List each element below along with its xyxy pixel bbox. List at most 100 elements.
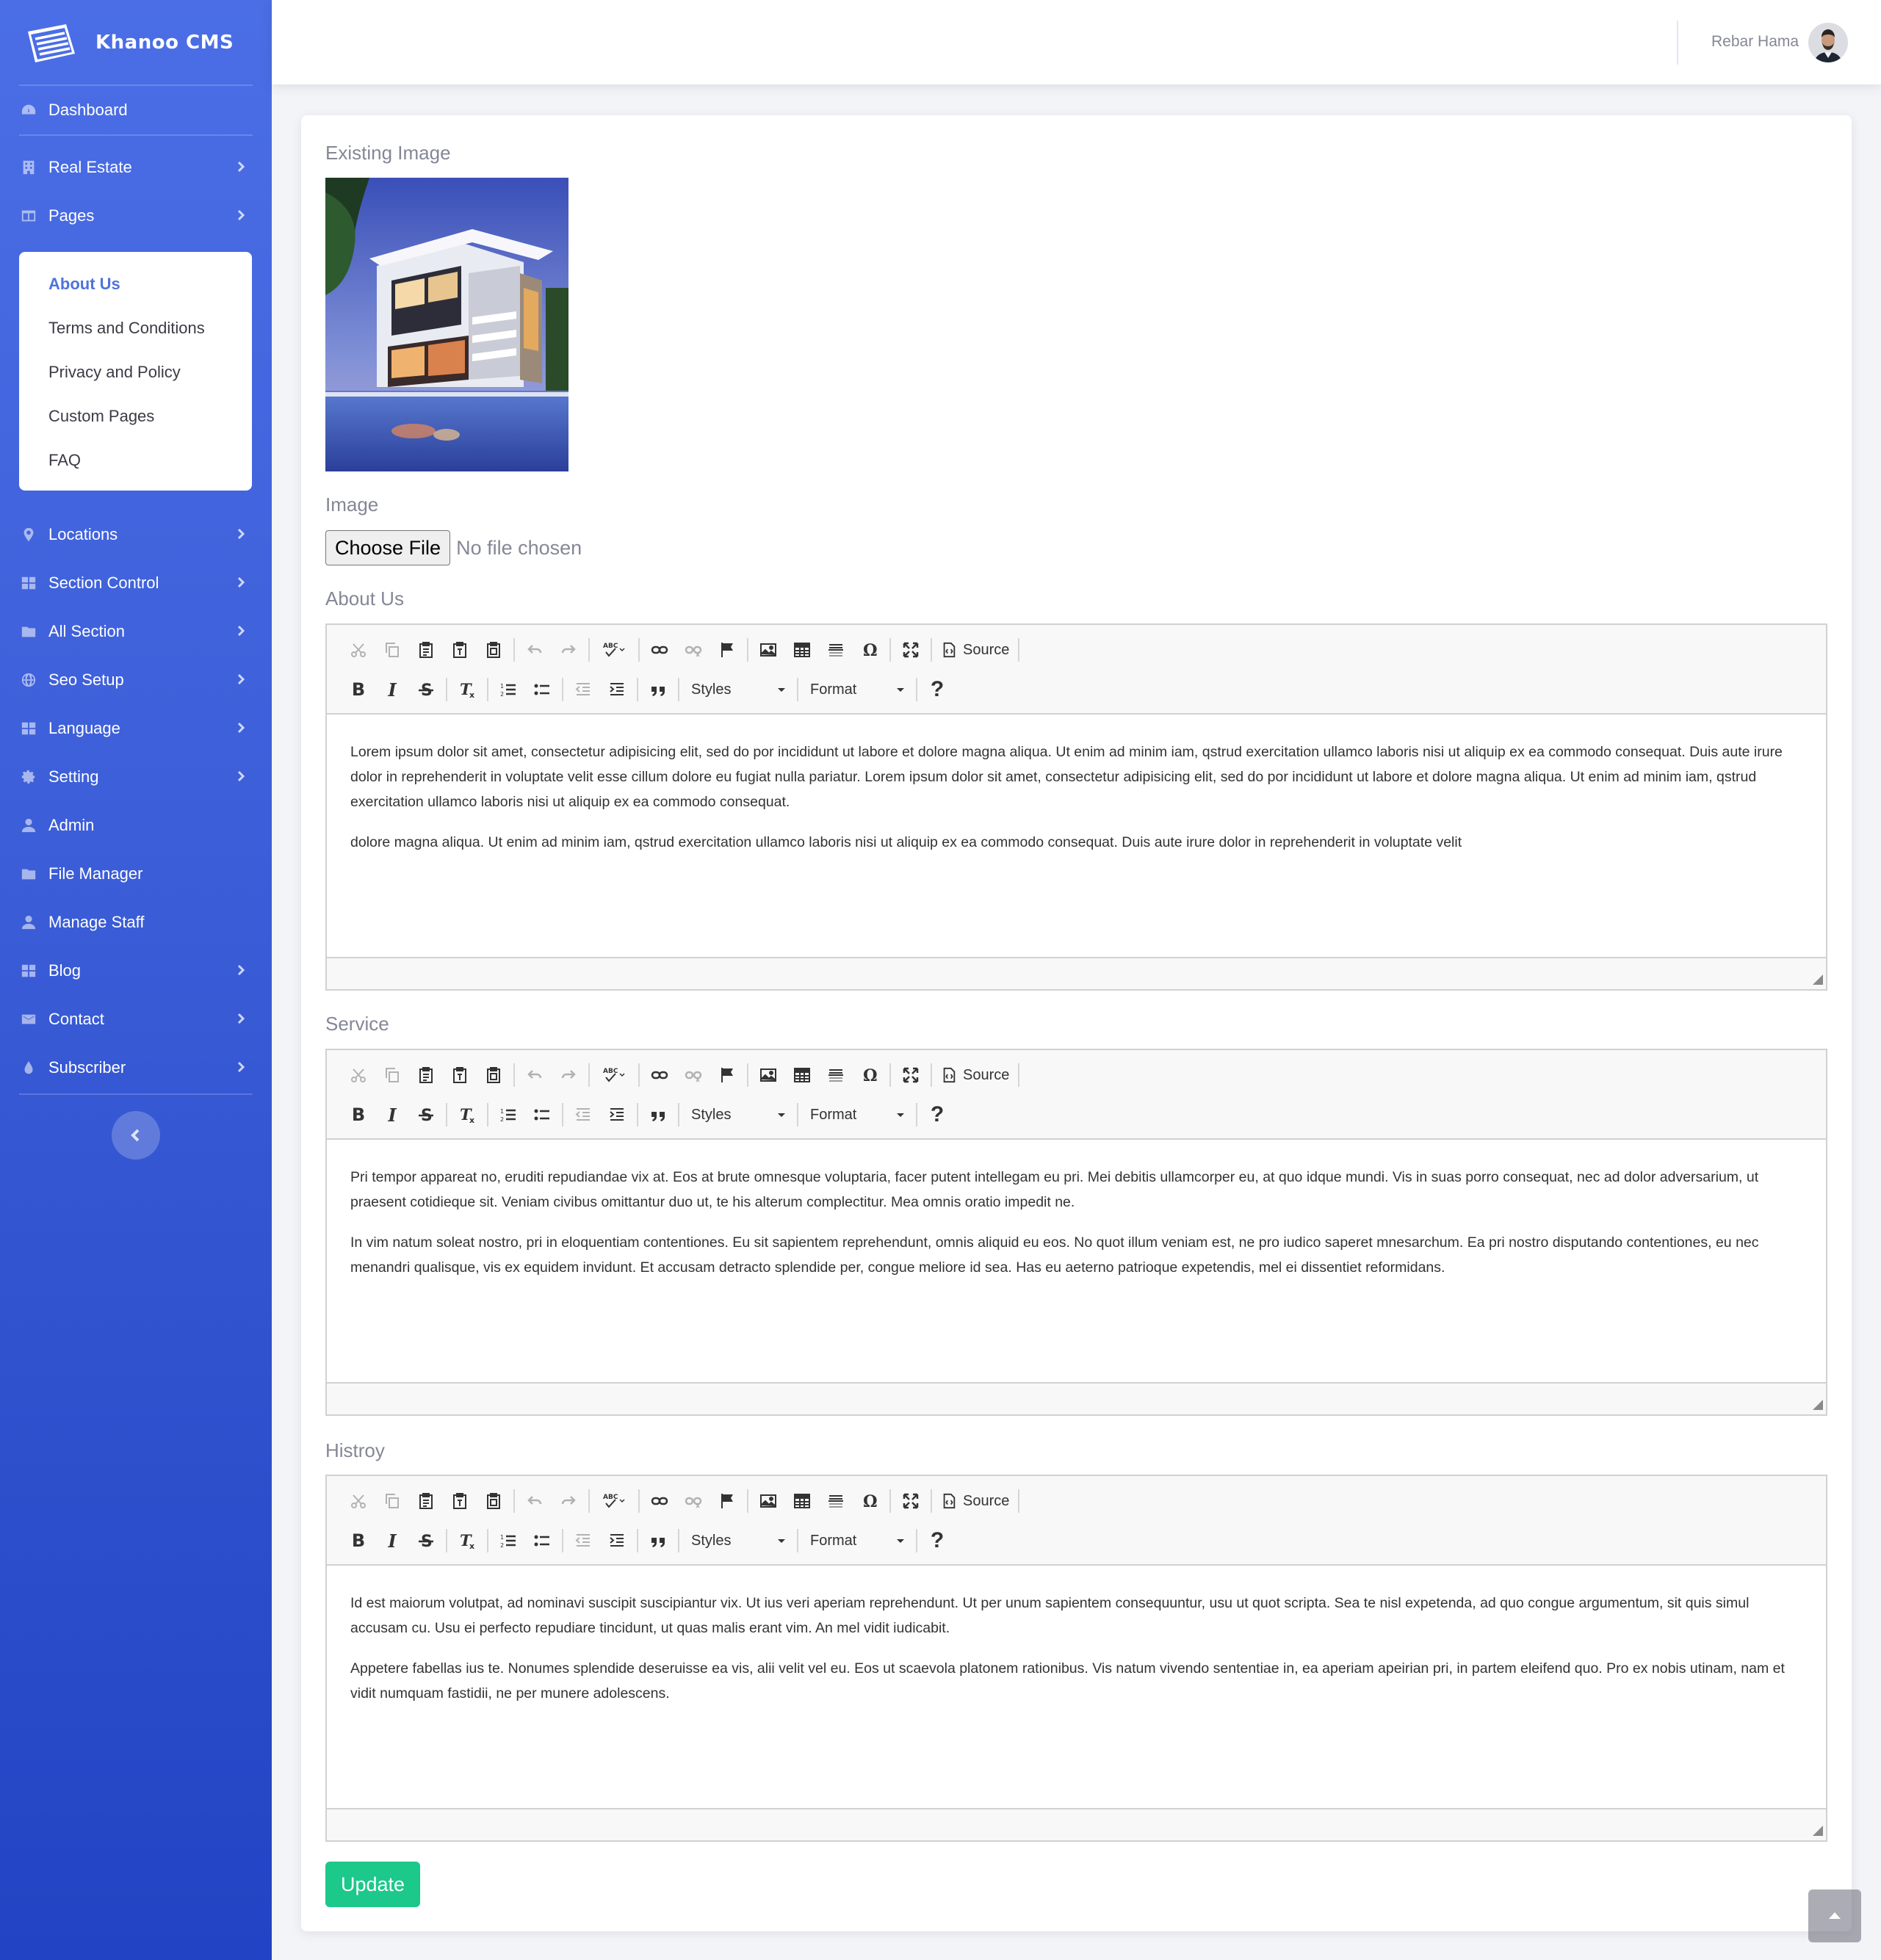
copy-icon[interactable] — [375, 635, 409, 665]
outdent-icon[interactable] — [566, 675, 600, 704]
remove-format-icon[interactable]: Tx — [450, 1526, 484, 1555]
sidebar-item-language[interactable]: Language — [0, 704, 272, 753]
paste-word-icon[interactable] — [477, 1060, 510, 1090]
copy-icon[interactable] — [375, 1060, 409, 1090]
sidebar-item-seo-setup[interactable]: Seo Setup — [0, 656, 272, 704]
scroll-to-top-button[interactable] — [1808, 1890, 1861, 1942]
sidebar-item-locations[interactable]: Locations — [0, 510, 272, 559]
bold-icon[interactable]: B — [342, 1100, 375, 1129]
undo-icon[interactable] — [518, 635, 552, 665]
sidebar-item-blog[interactable]: Blog — [0, 947, 272, 995]
anchor-flag-icon[interactable] — [710, 1060, 744, 1090]
sidebar-item-dashboard[interactable]: Dashboard — [0, 86, 272, 134]
special-char-icon[interactable]: Ω — [853, 635, 887, 665]
strikethrough-icon[interactable]: S — [409, 1100, 443, 1129]
bold-icon[interactable]: B — [342, 1526, 375, 1555]
styles-dropdown[interactable]: Styles — [682, 1526, 794, 1555]
horizontal-line-icon[interactable] — [819, 635, 853, 665]
format-dropdown[interactable]: Format — [801, 675, 913, 704]
undo-icon[interactable] — [518, 1486, 552, 1516]
paste-icon[interactable] — [409, 1060, 443, 1090]
paste-icon[interactable] — [409, 635, 443, 665]
anchor-flag-icon[interactable] — [710, 635, 744, 665]
unlink-icon[interactable] — [676, 1060, 710, 1090]
redo-icon[interactable] — [552, 1486, 585, 1516]
image-icon[interactable] — [751, 1486, 785, 1516]
brand[interactable]: Khanoo CMS — [0, 0, 272, 84]
link-icon[interactable] — [643, 1060, 676, 1090]
cut-icon[interactable] — [342, 1486, 375, 1516]
remove-format-icon[interactable]: Tx — [450, 1100, 484, 1129]
bullet-list-icon[interactable] — [525, 1100, 559, 1129]
copy-icon[interactable] — [375, 1486, 409, 1516]
sidebar-item-admin[interactable]: Admin — [0, 801, 272, 850]
resize-handle-icon[interactable] — [1813, 1826, 1823, 1836]
choose-file-button[interactable]: Choose File — [325, 530, 451, 565]
help-icon[interactable]: ? — [920, 675, 954, 704]
blockquote-icon[interactable] — [641, 1100, 675, 1129]
editor-content[interactable]: Id est maiorum volutpat, ad nominavi sus… — [327, 1566, 1826, 1808]
maximize-icon[interactable] — [894, 1486, 928, 1516]
paste-word-icon[interactable] — [477, 635, 510, 665]
spellcheck-icon[interactable]: ABC — [593, 1060, 635, 1090]
indent-icon[interactable] — [600, 1526, 634, 1555]
help-icon[interactable]: ? — [920, 1526, 954, 1555]
update-button[interactable]: Update — [325, 1862, 420, 1907]
bullet-list-icon[interactable] — [525, 1526, 559, 1555]
paste-text-icon[interactable] — [443, 635, 477, 665]
sidebar-item-real-estate[interactable]: Real Estate — [0, 143, 272, 192]
avatar[interactable] — [1808, 23, 1848, 62]
remove-format-icon[interactable]: Tx — [450, 675, 484, 704]
numbered-list-icon[interactable]: 12 — [491, 1526, 525, 1555]
help-icon[interactable]: ? — [920, 1100, 954, 1129]
source-button[interactable]: Source — [935, 635, 1015, 665]
blockquote-icon[interactable] — [641, 1526, 675, 1555]
maximize-icon[interactable] — [894, 635, 928, 665]
strikethrough-icon[interactable]: S — [409, 1526, 443, 1555]
submenu-item-terms[interactable]: Terms and Conditions — [19, 306, 252, 350]
outdent-icon[interactable] — [566, 1526, 600, 1555]
source-button[interactable]: Source — [935, 1486, 1015, 1516]
spellcheck-icon[interactable]: ABC — [593, 635, 635, 665]
outdent-icon[interactable] — [566, 1100, 600, 1129]
spellcheck-icon[interactable]: ABC — [593, 1486, 635, 1516]
sidebar-item-contact[interactable]: Contact — [0, 995, 272, 1044]
horizontal-line-icon[interactable] — [819, 1060, 853, 1090]
horizontal-line-icon[interactable] — [819, 1486, 853, 1516]
link-icon[interactable] — [643, 1486, 676, 1516]
numbered-list-icon[interactable]: 12 — [491, 675, 525, 704]
cut-icon[interactable] — [342, 635, 375, 665]
paste-text-icon[interactable] — [443, 1486, 477, 1516]
indent-icon[interactable] — [600, 1100, 634, 1129]
table-icon[interactable] — [785, 1060, 819, 1090]
paste-icon[interactable] — [409, 1486, 443, 1516]
sidebar-item-pages[interactable]: Pages — [0, 192, 272, 240]
sidebar-toggle-button[interactable] — [112, 1111, 160, 1160]
table-icon[interactable] — [785, 1486, 819, 1516]
format-dropdown[interactable]: Format — [801, 1526, 913, 1555]
sidebar-item-file-manager[interactable]: File Manager — [0, 850, 272, 898]
link-icon[interactable] — [643, 635, 676, 665]
editor-content[interactable]: Lorem ipsum dolor sit amet, consectetur … — [327, 715, 1826, 957]
image-file-input[interactable]: Choose File No file chosen — [325, 530, 582, 565]
unlink-icon[interactable] — [676, 1486, 710, 1516]
format-dropdown[interactable]: Format — [801, 1100, 913, 1129]
sidebar-item-subscriber[interactable]: Subscriber — [0, 1044, 272, 1092]
paste-word-icon[interactable] — [477, 1486, 510, 1516]
submenu-item-privacy[interactable]: Privacy and Policy — [19, 350, 252, 394]
sidebar-item-setting[interactable]: Setting — [0, 753, 272, 801]
italic-icon[interactable]: I — [375, 1526, 409, 1555]
italic-icon[interactable]: I — [375, 1100, 409, 1129]
submenu-item-faq[interactable]: FAQ — [19, 438, 252, 482]
resize-handle-icon[interactable] — [1813, 974, 1823, 985]
strikethrough-icon[interactable]: S — [409, 675, 443, 704]
undo-icon[interactable] — [518, 1060, 552, 1090]
sidebar-item-manage-staff[interactable]: Manage Staff — [0, 898, 272, 947]
anchor-flag-icon[interactable] — [710, 1486, 744, 1516]
user-name[interactable]: Rebar Hama — [1711, 33, 1799, 51]
image-icon[interactable] — [751, 1060, 785, 1090]
maximize-icon[interactable] — [894, 1060, 928, 1090]
sidebar-item-all-section[interactable]: All Section — [0, 607, 272, 656]
special-char-icon[interactable]: Ω — [853, 1486, 887, 1516]
submenu-item-custom-pages[interactable]: Custom Pages — [19, 394, 252, 438]
